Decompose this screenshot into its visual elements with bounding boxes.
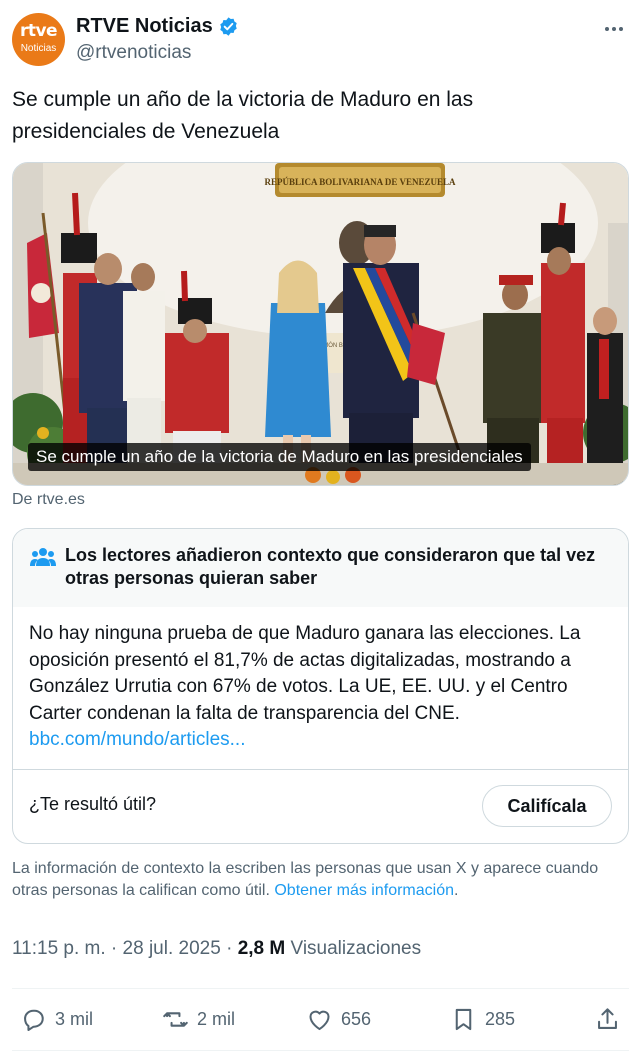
meta-separator: · xyxy=(105,938,123,959)
tweet-date[interactable]: 28 jul. 2025 xyxy=(123,938,221,959)
context-info: La información de contexto la escriben l… xyxy=(12,858,622,902)
community-note-divider xyxy=(13,769,628,770)
share-icon xyxy=(598,1007,617,1029)
like-button[interactable]: 656 xyxy=(306,1004,371,1034)
views-label: Visualizaciones xyxy=(285,938,422,959)
handle[interactable]: @rtvenoticias xyxy=(76,42,191,64)
like-count: 656 xyxy=(341,1008,372,1029)
rate-note-button[interactable]: Califícala xyxy=(482,785,612,827)
community-note-title: Los lectores añadieron contexto que cons… xyxy=(65,545,596,588)
preview-caption: Se cumple un año de la victoria de Madur… xyxy=(28,443,531,471)
repost-icon xyxy=(163,1011,188,1027)
avatar-logo-subtext: Noticias xyxy=(20,43,57,54)
avatar[interactable]: rtve Noticias xyxy=(12,13,65,66)
repost-button[interactable]: 2 mil xyxy=(162,1004,235,1034)
community-note-header: Los lectores añadieron contexto que cons… xyxy=(13,529,628,607)
reply-button[interactable]: 3 mil xyxy=(20,1004,93,1034)
more-options-button[interactable] xyxy=(601,16,627,42)
learn-more-link[interactable]: Obtener más información xyxy=(274,882,454,899)
more-dots-icon xyxy=(605,27,623,31)
display-name[interactable]: RTVE Noticias xyxy=(76,15,213,38)
helpful-question: ¿Te resultó útil? xyxy=(29,794,157,814)
actions-top-divider xyxy=(12,988,629,989)
community-note-text: No hay ninguna prueba de que Maduro gana… xyxy=(29,623,581,724)
banner-text: REPÚBLICA BOLIVARIANA DE VENEZUELA xyxy=(265,177,456,187)
meta-separator: · xyxy=(220,938,238,959)
heart-icon xyxy=(309,1010,330,1030)
bookmark-count: 285 xyxy=(485,1008,516,1029)
preview-image: REPÚBLICA BOLIVARIANA DE VENEZUELA SIMÓN… xyxy=(13,163,628,485)
bookmark-icon xyxy=(455,1008,472,1030)
verified-badge-icon xyxy=(219,16,237,36)
tweet-header: rtve Noticias RTVE Noticias @rtvenoticia… xyxy=(12,12,629,68)
source-domain-link[interactable]: De rtve.es xyxy=(12,491,85,509)
tweet-time[interactable]: 11:15 p. m. xyxy=(12,938,106,959)
actions-bottom-divider xyxy=(12,1050,629,1051)
community-note-body: No hay ninguna prueba de que Maduro gana… xyxy=(29,621,619,754)
views-count: 2,8 M xyxy=(237,938,286,959)
context-info-end: . xyxy=(454,882,459,899)
repost-count: 2 mil xyxy=(197,1008,236,1029)
link-preview-card[interactable]: REPÚBLICA BOLIVARIANA DE VENEZUELA SIMÓN… xyxy=(12,162,629,486)
tweet-text: Se cumple un año de la victoria de Madur… xyxy=(12,88,474,143)
reply-count: 3 mil xyxy=(55,1008,94,1029)
bookmark-button[interactable]: 285 xyxy=(450,1004,515,1034)
readers-people-icon xyxy=(30,548,56,566)
avatar-logo-text: rtve xyxy=(19,21,58,41)
reply-icon xyxy=(24,1009,44,1031)
community-note-source-link[interactable]: bbc.com/mundo/articles... xyxy=(29,727,245,754)
tweet-meta: 11:15 p. m. · 28 jul. 2025 · 2,8 M Visua… xyxy=(12,938,421,960)
community-note: Los lectores añadieron contexto que cons… xyxy=(12,528,629,844)
name-row: RTVE Noticias xyxy=(76,14,239,38)
share-button[interactable] xyxy=(594,1004,621,1034)
